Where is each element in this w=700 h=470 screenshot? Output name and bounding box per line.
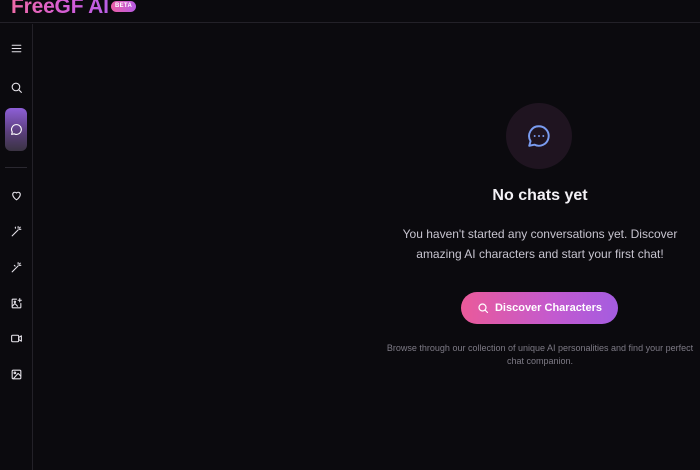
magic-wand-icon: [11, 261, 21, 272]
video-icon: [10, 334, 22, 342]
sidebar-item-create[interactable]: [5, 220, 27, 242]
empty-state-title: No chats yet: [492, 187, 588, 204]
discover-characters-button[interactable]: Discover Characters: [461, 292, 618, 324]
image-edit-icon: [11, 297, 22, 308]
beta-badge: BETA: [111, 1, 137, 12]
sidebar-item-video[interactable]: [5, 327, 27, 349]
sidebar-item-image-edit[interactable]: [5, 292, 27, 314]
search-icon: [478, 303, 489, 314]
heart-icon: [11, 191, 21, 200]
magic-wand-icon: [11, 225, 21, 236]
chat-bubble-dots-icon: [528, 125, 550, 147]
sidebar-item-favorites[interactable]: [5, 184, 27, 206]
image-icon: [11, 369, 21, 379]
main-content: No chats yet You haven't started any con…: [34, 24, 700, 470]
search-icon: [11, 82, 22, 93]
sidebar-item-search[interactable]: [5, 76, 27, 98]
sidebar-item-images[interactable]: [5, 363, 27, 385]
sidebar-divider: [5, 167, 27, 168]
empty-state-description: You haven't started any conversations ye…: [402, 227, 678, 261]
empty-state-hint: Browse through our collection of unique …: [386, 343, 694, 366]
sidebar: [0, 24, 33, 470]
empty-state-icon-circle: [506, 103, 572, 169]
sidebar-item-chats[interactable]: [5, 108, 27, 151]
sidebar-item-generate[interactable]: [5, 256, 27, 278]
app-logo[interactable]: FreeGF AI: [11, 0, 109, 19]
menu-icon: [11, 44, 21, 52]
discover-button-label: Discover Characters: [494, 302, 602, 314]
top-bar: FreeGF AI BETA: [0, 0, 700, 23]
chat-icon: [10, 124, 22, 135]
menu-button[interactable]: [5, 37, 27, 59]
